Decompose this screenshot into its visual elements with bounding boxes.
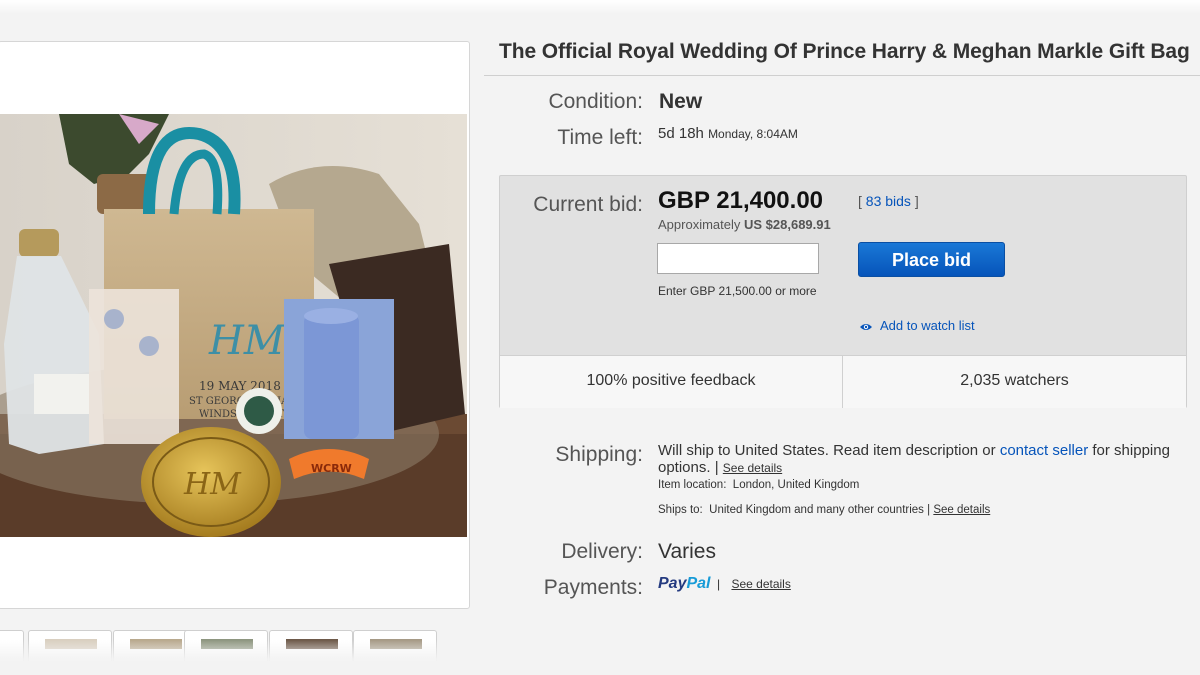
bid-count: [ 83 bids ]	[858, 193, 919, 209]
shipping-label: Shipping:	[555, 443, 643, 466]
approx-price: Approximately US $28,689.91	[658, 217, 831, 232]
shipping-info: Will ship to United States. Read item de…	[658, 442, 1178, 477]
watchers-count: 2,035 watchers	[960, 372, 1069, 389]
paypal-logo: PayPal	[658, 575, 710, 593]
top-fade	[0, 0, 1200, 14]
time-left-label: Time left:	[557, 126, 643, 149]
paypal-logo-pal: Pal	[686, 575, 711, 592]
ships-to-label: Ships to:	[658, 504, 703, 516]
item-location: Item location: London, United Kingdom	[658, 479, 859, 491]
delivery-value: Varies	[658, 540, 716, 563]
payments-separator: |	[717, 577, 721, 591]
item-location-label: Item location:	[658, 479, 727, 491]
watch-label: Add to watch list	[880, 318, 975, 333]
thumbnail[interactable]	[184, 630, 268, 661]
place-bid-button[interactable]: Place bid	[858, 242, 1005, 277]
approx-value: US $28,689.91	[744, 217, 831, 232]
payments-details: | See details	[717, 577, 791, 591]
item-image-panel[interactable]: HM 19 MAY 2018 ST GEORGE'S CHAPEL WINDSO…	[0, 41, 470, 609]
bid-amount-input[interactable]	[657, 243, 819, 274]
bid-count-link[interactable]: 83 bids	[866, 193, 911, 209]
time-left-end: Monday, 8:04AM	[708, 127, 798, 141]
item-photo[interactable]: HM 19 MAY 2018 ST GEORGE'S CHAPEL WINDSO…	[0, 114, 467, 537]
payments-label: Payments:	[543, 576, 643, 599]
current-bid-label: Current bid:	[533, 193, 643, 216]
ships-to-see-details-link[interactable]: See details	[933, 504, 990, 516]
coin-monogram: HM	[183, 467, 242, 502]
eye-icon	[860, 324, 872, 330]
seller-feedback: 100% positive feedback	[586, 372, 756, 389]
thumbnail[interactable]	[28, 630, 112, 661]
condition-value: New	[659, 90, 703, 113]
thumbnail[interactable]	[0, 630, 24, 661]
ships-to: Ships to: United Kingdom and many other …	[658, 504, 990, 516]
bid-count-close: ]	[914, 193, 919, 209]
time-left-value: 5d 18h Monday, 8:04AM	[658, 125, 798, 142]
approx-prefix: Approximately	[658, 217, 741, 232]
ships-to-value: United Kingdom and many other countries	[709, 504, 924, 516]
delivery-label: Delivery:	[561, 540, 643, 563]
listing-title: The Official Royal Wedding Of Prince Har…	[499, 40, 1190, 63]
title-divider	[484, 75, 1200, 76]
time-left-remaining: 5d 18h	[658, 125, 704, 142]
paypal-logo-pay: Pay	[658, 575, 687, 592]
condition-label: Condition:	[548, 90, 643, 113]
thumbnail-strip	[0, 630, 470, 661]
item-location-value: London, United Kingdom	[732, 479, 860, 491]
payments-see-details-link[interactable]: See details	[731, 577, 790, 591]
thumbnail[interactable]	[269, 630, 353, 661]
wristband-text: WCRW	[311, 462, 352, 475]
contact-seller-link[interactable]: contact seller	[1000, 442, 1088, 459]
thumbnail[interactable]	[353, 630, 437, 661]
bid-hint: Enter GBP 21,500.00 or more	[658, 284, 817, 298]
current-bid-price: GBP 21,400.00	[658, 187, 824, 214]
add-to-watch-list-link[interactable]: Add to watch list	[859, 318, 975, 333]
bag-monogram: HM	[208, 318, 286, 364]
shipping-text-before: Will ship to United States. Read item de…	[658, 442, 996, 459]
bid-stats: 100% positive feedback 2,035 watchers	[500, 355, 1186, 408]
bid-count-open: [	[858, 193, 862, 209]
shipping-separator: |	[714, 459, 719, 476]
ships-to-separator: |	[927, 504, 931, 516]
shipping-see-details-link[interactable]: See details	[723, 461, 782, 475]
